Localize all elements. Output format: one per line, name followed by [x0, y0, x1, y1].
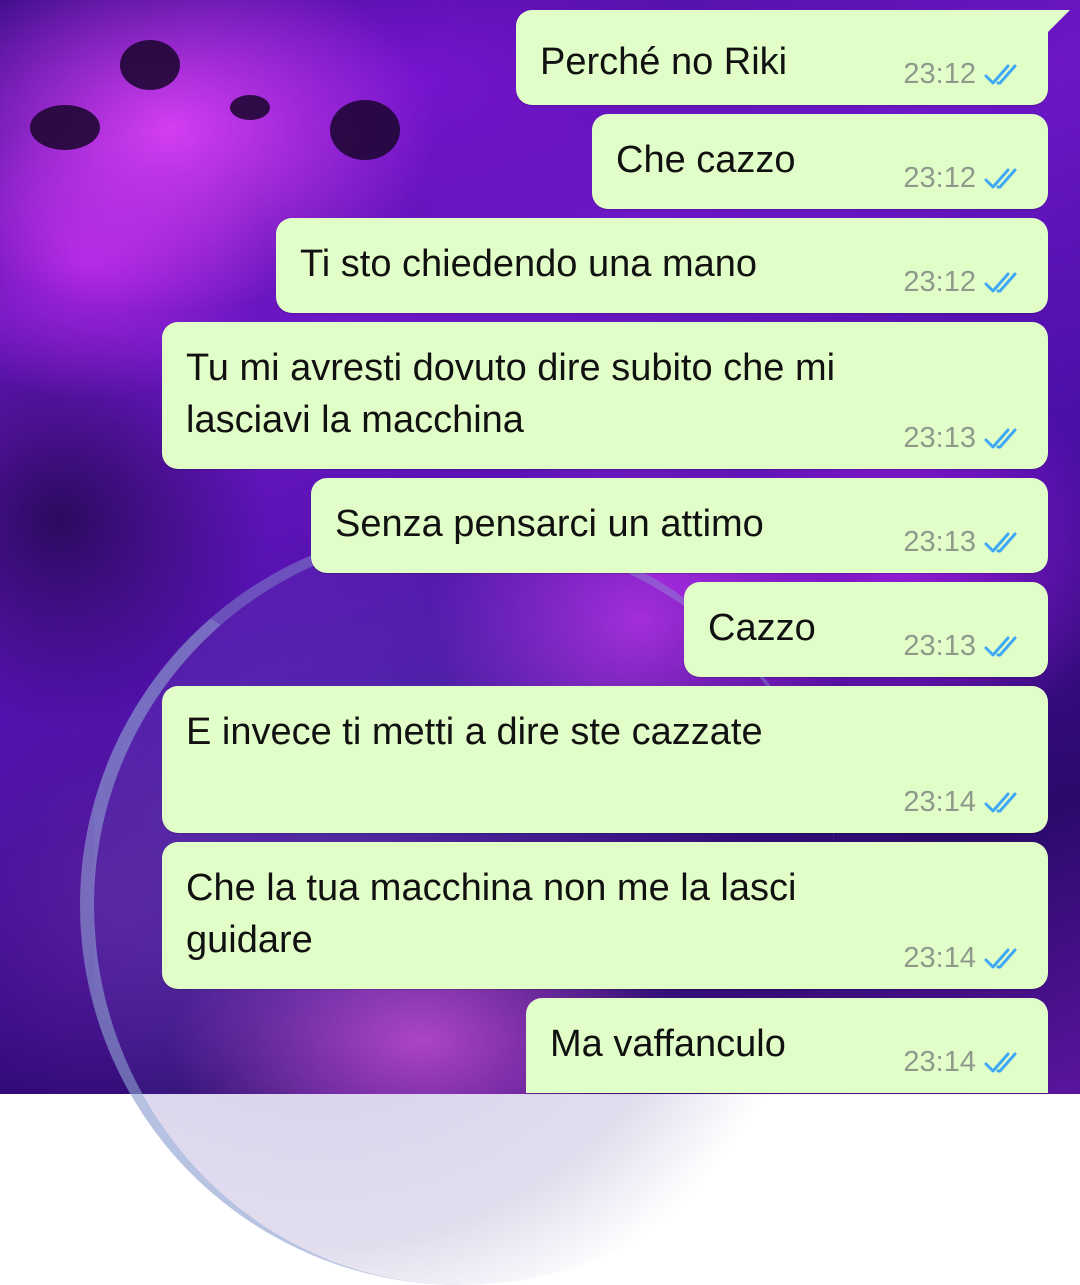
message-time: 23:14 [903, 1046, 976, 1078]
message-meta: 23:14 [903, 1046, 1024, 1079]
message-meta: 23:13 [903, 630, 1024, 663]
message-text: Che la tua macchina non me la lasci guid… [186, 867, 807, 961]
message-bubble[interactable]: Ma vaffanculo 23:14 [526, 998, 1048, 1093]
double-check-read-icon [984, 168, 1017, 188]
message-text: Perché no Riki [540, 41, 788, 83]
double-check-read-icon [984, 1052, 1017, 1072]
message-meta: 23:13 [903, 422, 1024, 455]
message-bubble[interactable]: Che cazzo 23:12 [592, 114, 1048, 209]
message-bubble[interactable]: Tu mi avresti dovuto dire subito che mi … [162, 322, 1048, 469]
message-time: 23:12 [903, 58, 976, 90]
message-text: Ma vaffanculo [550, 1023, 786, 1065]
message-text: Che cazzo [616, 139, 796, 181]
bubble-tail [1048, 10, 1070, 32]
message-bubble[interactable]: Senza pensarci un attimo 23:13 [311, 478, 1048, 573]
message-time: 23:13 [903, 526, 976, 558]
message-time: 23:12 [903, 162, 976, 194]
message-meta: 23:12 [903, 58, 1024, 91]
message-meta: 23:14 [903, 786, 1024, 819]
message-meta: 23:14 [903, 942, 1024, 975]
message-text: Senza pensarci un attimo [335, 503, 764, 545]
message-bubble[interactable]: E invece ti metti a dire ste cazzate 23:… [162, 686, 1048, 833]
message-time: 23:13 [903, 630, 976, 662]
double-check-read-icon [984, 636, 1017, 656]
double-check-read-icon [984, 272, 1017, 292]
double-check-read-icon [984, 428, 1017, 448]
message-time: 23:13 [903, 422, 976, 454]
message-meta: 23:13 [903, 526, 1024, 559]
double-check-read-icon [984, 948, 1017, 968]
message-time: 23:14 [903, 786, 976, 818]
message-meta: 23:12 [903, 162, 1024, 195]
message-text: E invece ti metti a dire ste cazzate [186, 711, 763, 753]
message-text: Tu mi avresti dovuto dire subito che mi … [186, 347, 846, 441]
message-list[interactable]: Perché no Riki 23:12 Che cazzo 23:12 Ti … [0, 0, 1080, 1094]
message-bubble[interactable]: Perché no Riki 23:12 [516, 10, 1070, 105]
double-check-read-icon [984, 532, 1017, 552]
message-bubble[interactable]: Cazzo 23:13 [684, 582, 1048, 677]
message-meta: 23:12 [903, 266, 1024, 299]
message-text: Ti sto chiedendo una mano [300, 243, 758, 285]
message-time: 23:12 [903, 266, 976, 298]
message-bubble[interactable]: Che la tua macchina non me la lasci guid… [162, 842, 1048, 989]
message-time: 23:14 [903, 942, 976, 974]
double-check-read-icon [984, 792, 1017, 812]
double-check-read-icon [984, 64, 1017, 84]
message-bubble[interactable]: Ti sto chiedendo una mano 23:12 [276, 218, 1048, 313]
